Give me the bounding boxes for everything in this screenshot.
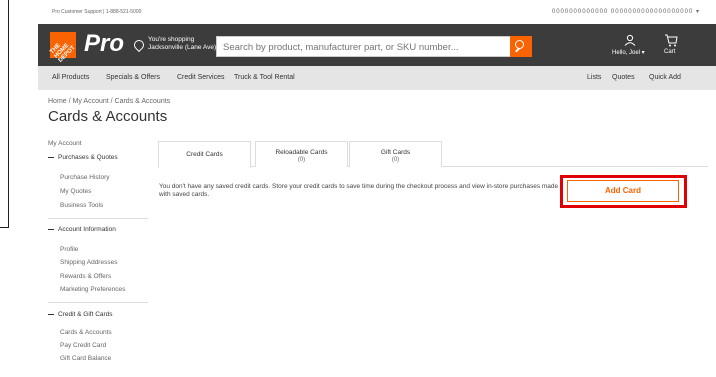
nav-truck-tool-rental[interactable]: Truck & Tool Rental <box>234 74 295 81</box>
store-selector[interactable]: You're shopping Jacksonville (Lane Ave) <box>148 36 216 52</box>
nav-specials-offers[interactable]: Specials & Offers <box>106 74 160 81</box>
no-cards-message: You don't have any saved credit cards. S… <box>159 183 559 198</box>
tab-label: Reloadable Cards <box>275 149 328 156</box>
search-icon-handle <box>515 47 520 53</box>
sidebar-item-gift-card-balance[interactable]: Gift Card Balance <box>60 355 111 362</box>
nav-bar: All Products Specials & Offers Credit Se… <box>38 66 716 90</box>
collapse-icon <box>48 228 54 230</box>
sidebar-section-title: Purchases & Quotes <box>58 154 118 161</box>
sidebar-item-cards-accounts[interactable]: Cards & Accounts <box>60 329 112 336</box>
location-pin-icon <box>131 37 147 53</box>
sidebar-section-title: Account Information <box>58 226 116 233</box>
sidebar-item-shipping-addresses[interactable]: Shipping Addresses <box>60 259 117 266</box>
sidebar-my-account[interactable]: My Account <box>48 140 82 147</box>
sidebar-item-purchase-history[interactable]: Purchase History <box>60 174 110 181</box>
sidebar-item-pay-credit-card[interactable]: Pay Credit Card <box>60 342 106 349</box>
account-button[interactable]: Hello, Joel ▾ <box>612 34 648 60</box>
site-header: THE HOME DEPOT Pro You're shopping Jacks… <box>38 24 716 66</box>
collapse-icon <box>48 313 54 315</box>
support-phone-text: Pro Customer Support | 1-888-521-5000 <box>52 9 142 15</box>
sidebar-item-my-quotes[interactable]: My Quotes <box>60 188 91 195</box>
sidebar-section-credit-gift[interactable]: Credit & Gift Cards <box>48 311 113 318</box>
sidebar-section-title: Credit & Gift Cards <box>58 311 113 318</box>
tab-label: Credit Cards <box>186 151 223 158</box>
pro-label[interactable]: Pro <box>84 30 124 58</box>
support-bar: Pro Customer Support | 1-888-521-5000 00… <box>38 0 716 24</box>
sidebar-divider <box>48 218 148 219</box>
cart-button[interactable]: Cart <box>660 34 684 60</box>
page-title: Cards & Accounts <box>48 108 168 125</box>
sidebar-item-business-tools[interactable]: Business Tools <box>60 202 103 209</box>
nav-quick-add[interactable]: Quick Add <box>649 74 681 81</box>
tab-count: (0) <box>391 157 400 163</box>
search-button[interactable] <box>510 36 532 57</box>
tab-label: Gift Cards <box>380 149 411 156</box>
store-line1: You're shopping <box>148 36 195 43</box>
tab-gift-cards[interactable]: Gift Cards (0) <box>349 141 442 167</box>
collapse-icon <box>48 156 54 158</box>
logo-text: THE HOME DEPOT <box>49 42 77 64</box>
nav-lists[interactable]: Lists <box>587 74 601 81</box>
search-input[interactable] <box>223 41 493 54</box>
left-frame-border <box>0 0 9 228</box>
sidebar-section-purchases[interactable]: Purchases & Quotes <box>48 154 118 161</box>
store-line2: Jacksonville (Lane Ave) <box>148 44 217 51</box>
nav-credit-services[interactable]: Credit Services <box>177 74 224 81</box>
add-card-button[interactable]: Add Card <box>567 180 679 202</box>
tab-reloadable-cards[interactable]: Reloadable Cards (0) <box>255 141 348 167</box>
search-box <box>216 36 512 57</box>
user-icon <box>624 34 636 46</box>
tab-credit-cards[interactable]: Credit Cards <box>158 141 251 168</box>
sidebar-item-rewards-offers[interactable]: Rewards & Offers <box>60 273 111 280</box>
account-label: Hello, Joel ▾ <box>612 50 645 56</box>
sidebar-item-profile[interactable]: Profile <box>60 246 78 253</box>
nav-quotes[interactable]: Quotes <box>612 74 635 81</box>
sidebar-item-marketing-preferences[interactable]: Marketing Preferences <box>60 286 125 293</box>
sidebar-divider <box>48 302 148 303</box>
home-depot-logo[interactable]: THE HOME DEPOT <box>49 32 76 64</box>
breadcrumb[interactable]: Home / My Account / Cards & Accounts <box>48 98 170 105</box>
nav-all-products[interactable]: All Products <box>52 74 89 81</box>
cart-icon <box>665 34 678 47</box>
sidebar-section-account-info[interactable]: Account Information <box>48 226 116 233</box>
support-right-text[interactable]: 0000000000000 0000000000000000000 ▾ <box>552 8 700 15</box>
card-tabs: Credit Cards Reloadable Cards (0) Gift C… <box>158 141 708 168</box>
tab-count: (0) <box>297 157 306 163</box>
cart-label: Cart <box>664 49 676 55</box>
